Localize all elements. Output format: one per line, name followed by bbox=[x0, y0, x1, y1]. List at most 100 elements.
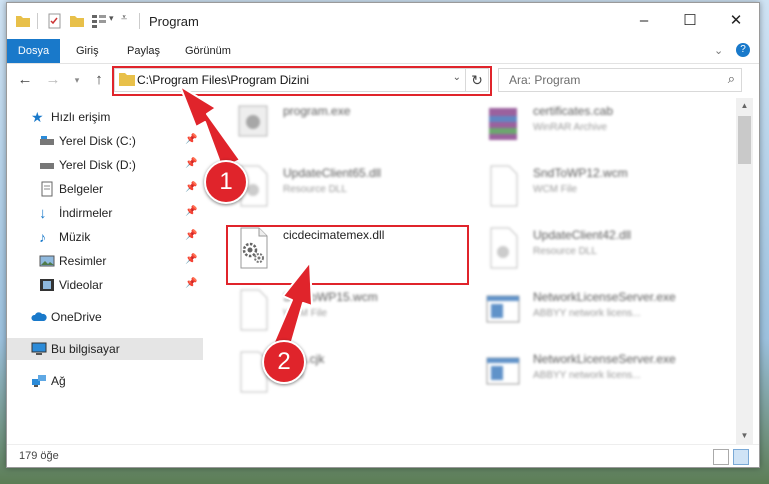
divider bbox=[37, 13, 38, 29]
pin-icon[interactable]: 📌 bbox=[185, 158, 197, 169]
tab-file[interactable]: Dosya bbox=[7, 39, 60, 63]
large-icons-view-icon[interactable] bbox=[733, 449, 749, 465]
maximize-button[interactable]: ☐ bbox=[667, 3, 713, 39]
pin-icon[interactable]: 📌 bbox=[185, 182, 197, 193]
file-type: Resource DLL bbox=[283, 184, 347, 195]
download-icon: ↓ bbox=[39, 205, 47, 222]
file-name: SndToWP15.wcm bbox=[283, 290, 378, 304]
properties-icon[interactable] bbox=[47, 13, 63, 29]
sidebar-item-local-disk-d[interactable]: Yerel Disk (D:) 📌 bbox=[7, 154, 203, 176]
sidebar-item-label: Belgeler bbox=[59, 182, 104, 196]
sidebar-item-network[interactable]: Ağ bbox=[7, 370, 203, 392]
tab-share[interactable]: Paylaş bbox=[127, 39, 160, 63]
sidebar-item-label: İndirmeler bbox=[59, 206, 113, 220]
sidebar-item-label: Yerel Disk (D:) bbox=[59, 158, 136, 172]
application-window-icon bbox=[486, 295, 520, 323]
help-icon[interactable]: ? bbox=[736, 43, 750, 57]
dll-file-icon bbox=[490, 227, 518, 269]
scrollbar-thumb[interactable] bbox=[738, 116, 751, 164]
navigation-bar: ← → ▾ ↑ C:\Program Files\Program Dizini … bbox=[7, 64, 759, 96]
step-2-badge: 2 bbox=[262, 340, 306, 384]
up-arrow-icon[interactable]: ↑ bbox=[89, 70, 109, 90]
videos-icon bbox=[40, 279, 54, 291]
details-view-icon[interactable] bbox=[713, 449, 729, 465]
sidebar-item-downloads[interactable]: ↓ İndirmeler 📌 bbox=[7, 202, 203, 224]
sidebar-item-label: Bu bilgisayar bbox=[51, 342, 120, 356]
status-bar: 179 öğe bbox=[7, 444, 759, 467]
file-type: Resource DLL bbox=[533, 246, 597, 257]
search-icon: ⌕ bbox=[727, 71, 735, 86]
music-icon: ♪ bbox=[39, 229, 46, 245]
sidebar-item-label: Müzik bbox=[59, 230, 91, 244]
back-arrow-icon[interactable]: ← bbox=[15, 70, 35, 90]
file-highlight-box bbox=[226, 225, 469, 285]
file-item[interactable]: UpdateClient42.dll Resource DLL bbox=[481, 222, 726, 278]
item-count: 179 öğe bbox=[19, 450, 59, 462]
file-item[interactable]: SndToWP15.wcm WCM File bbox=[231, 284, 476, 340]
file-item[interactable]: UpdateClient65.dll Resource DLL bbox=[231, 160, 476, 216]
pin-icon[interactable]: 📌 bbox=[185, 230, 197, 241]
sidebar-item-videos[interactable]: Videolar 📌 bbox=[7, 274, 203, 296]
pin-icon[interactable]: 📌 bbox=[185, 278, 197, 289]
chevron-down-icon[interactable]: ▾ bbox=[109, 13, 114, 24]
pin-icon[interactable]: 📌 bbox=[185, 254, 197, 265]
file-type: WCM File bbox=[533, 184, 577, 195]
sidebar-item-documents[interactable]: Belgeler 📌 bbox=[7, 178, 203, 200]
sidebar-item-quick-access[interactable]: ★ Hızlı erişim bbox=[7, 106, 203, 128]
exe-file-icon bbox=[238, 105, 268, 137]
file-name: program.exe bbox=[283, 104, 351, 118]
file-name: NetworkLicenseServer.exe bbox=[533, 290, 676, 304]
file-name: NetworkLicenseServer.exe bbox=[533, 352, 676, 366]
file-item[interactable]: program.exe bbox=[231, 98, 476, 154]
application-window-icon bbox=[486, 357, 520, 385]
generic-file-icon bbox=[240, 289, 268, 331]
file-type: ABBYY network licens... bbox=[533, 308, 641, 319]
folder-icon[interactable] bbox=[15, 13, 31, 29]
forward-arrow-icon[interactable]: → bbox=[43, 70, 63, 90]
window-title: Program bbox=[149, 14, 199, 29]
scroll-down-icon[interactable]: ▼ bbox=[736, 428, 753, 444]
sidebar-item-label: Resimler bbox=[59, 254, 107, 268]
sidebar-item-label: Yerel Disk (C:) bbox=[59, 134, 136, 148]
documents-icon bbox=[41, 181, 53, 197]
sidebar-item-local-disk-c[interactable]: Yerel Disk (C:) 📌 bbox=[7, 130, 203, 152]
star-icon: ★ bbox=[31, 109, 44, 125]
archive-file-icon bbox=[489, 108, 517, 140]
file-item[interactable]: NetworkLicenseServer.exe ABBYY network l… bbox=[481, 284, 726, 340]
divider bbox=[139, 13, 140, 29]
new-folder-icon[interactable] bbox=[69, 13, 85, 29]
vertical-scrollbar[interactable]: ▲ ▼ bbox=[736, 98, 753, 444]
sidebar-item-label: OneDrive bbox=[51, 310, 102, 324]
file-type: ABBYY network licens... bbox=[533, 370, 641, 381]
minimize-button[interactable]: – bbox=[621, 3, 667, 39]
customize-toolbar-icon[interactable]: ⩡ bbox=[121, 12, 127, 25]
file-name: UpdateClient65.dll bbox=[283, 166, 382, 180]
expand-ribbon-icon[interactable]: ⌄ bbox=[714, 44, 723, 57]
close-button[interactable]: ✕ bbox=[713, 3, 759, 39]
scroll-up-icon[interactable]: ▲ bbox=[736, 98, 753, 114]
file-name: UpdateClient42.dll bbox=[533, 228, 632, 242]
cloud-icon bbox=[31, 312, 47, 321]
drive-icon bbox=[40, 163, 54, 169]
view-options-icon[interactable] bbox=[91, 13, 107, 29]
search-input[interactable]: Ara: Program ⌕ bbox=[498, 68, 742, 92]
pin-icon[interactable]: 📌 bbox=[185, 134, 197, 145]
tab-home[interactable]: Giriş bbox=[76, 39, 99, 63]
tab-view[interactable]: Görünüm bbox=[185, 39, 231, 63]
search-placeholder: Ara: Program bbox=[509, 73, 581, 87]
file-item[interactable]: SndToWP12.wcm WCM File bbox=[481, 160, 726, 216]
file-item[interactable]: certificates.cab WinRAR Archive bbox=[481, 98, 726, 154]
sidebar-item-pictures[interactable]: Resimler 📌 bbox=[7, 250, 203, 272]
file-item[interactable]: NetworkLicenseServer.exe ABBYY network l… bbox=[481, 346, 726, 402]
sidebar-item-music[interactable]: ♪ Müzik 📌 bbox=[7, 226, 203, 248]
navigation-pane: ★ Hızlı erişim Yerel Disk (C:) 📌 Yerel D… bbox=[7, 98, 203, 444]
address-highlight-box bbox=[112, 66, 492, 96]
explorer-window: ▾ ⩡ Program – ☐ ✕ Dosya Giriş Paylaş Gör… bbox=[6, 2, 760, 468]
sidebar-item-this-pc[interactable]: Bu bilgisayar bbox=[7, 338, 203, 360]
recent-locations-icon[interactable]: ▾ bbox=[67, 70, 87, 90]
generic-file-icon bbox=[490, 165, 518, 207]
pin-icon[interactable]: 📌 bbox=[185, 206, 197, 217]
file-name: certificates.cab bbox=[533, 104, 614, 118]
file-type: WinRAR Archive bbox=[533, 122, 607, 133]
sidebar-item-onedrive[interactable]: OneDrive bbox=[7, 306, 203, 328]
